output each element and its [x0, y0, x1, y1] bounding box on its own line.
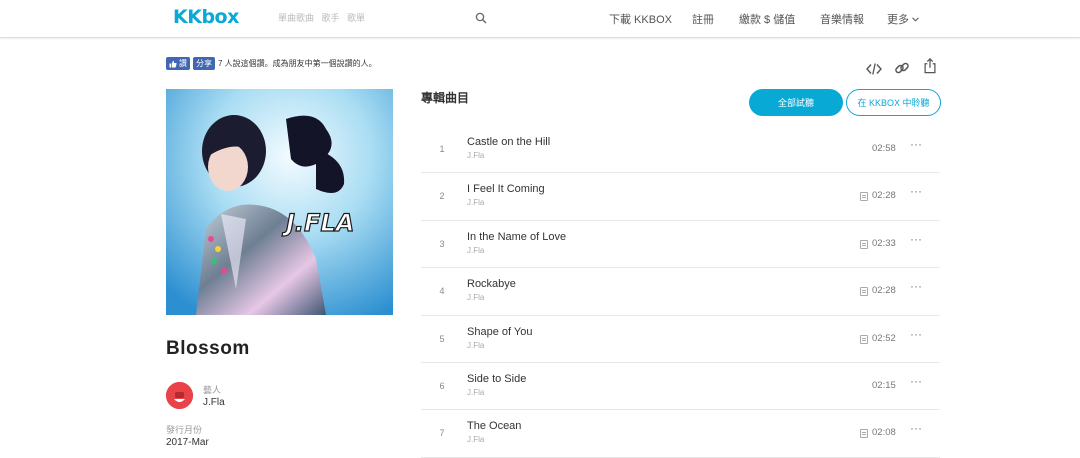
more-options-icon[interactable]: ··· [910, 232, 922, 246]
lyrics-icon[interactable] [860, 287, 868, 297]
release-date-label: 發行月份 [166, 425, 203, 435]
lyrics-icon[interactable] [860, 239, 868, 249]
facebook-like-bar: 讚 分享 7 人說這個讚。成為朋友中第一個說讚的人。 [166, 57, 377, 70]
track-title[interactable]: The Ocean [467, 420, 521, 432]
nav-payment[interactable]: 繳款 $ 儲值 [739, 11, 795, 27]
track-row[interactable]: 3 In the Name of Love J.Fla 02:33 ··· [421, 221, 940, 269]
track-duration: 02:33 [872, 237, 896, 249]
more-options-icon[interactable]: ··· [910, 137, 922, 151]
share-icon[interactable] [922, 58, 938, 74]
track-artist[interactable]: J.Fla [467, 151, 484, 160]
track-artist[interactable]: J.Fla [467, 293, 484, 302]
album-cover: J.FLA [166, 89, 393, 315]
track-title[interactable]: Castle on the Hill [467, 136, 550, 148]
more-options-icon[interactable]: ··· [910, 279, 922, 293]
artist-avatar[interactable] [166, 382, 193, 409]
link-icon[interactable] [894, 60, 910, 76]
track-row[interactable]: 1 Castle on the Hill J.Fla 02:58 ··· [421, 126, 940, 174]
like-label: 讚 [179, 59, 187, 68]
embed-code-icon[interactable] [866, 61, 882, 77]
facebook-like-button[interactable]: 讚 [166, 57, 190, 70]
track-title[interactable]: In the Name of Love [467, 231, 566, 243]
track-list: 1 Castle on the Hill J.Fla 02:58 ··· 2 I… [421, 126, 940, 458]
like-count-text: 7 人說這個讚。成為朋友中第一個說讚的人。 [218, 59, 377, 68]
more-options-icon[interactable]: ··· [910, 374, 922, 388]
track-artist[interactable]: J.Fla [467, 198, 484, 207]
track-duration: 02:52 [872, 332, 896, 344]
more-options-icon[interactable]: ··· [910, 327, 922, 341]
search-box[interactable] [272, 6, 492, 30]
track-duration: 02:08 [872, 427, 896, 439]
track-title[interactable]: Rockabye [467, 278, 516, 290]
release-date: 2017-Mar [166, 437, 209, 448]
facebook-share-button[interactable]: 分享 [193, 57, 215, 70]
track-number: 1 [439, 144, 445, 154]
lyrics-icon[interactable] [860, 334, 868, 344]
nav-register[interactable]: 註冊 [692, 11, 714, 27]
play-all-button[interactable]: 全部試聽 [749, 89, 843, 116]
search-icon[interactable] [475, 12, 487, 24]
track-duration: 02:28 [872, 190, 896, 202]
track-number: 3 [439, 238, 445, 249]
track-number: 5 [439, 333, 445, 344]
track-duration: 02:28 [872, 285, 896, 297]
chevron-down-icon [912, 16, 919, 22]
tracklist-title: 專輯曲目 [421, 91, 470, 105]
kkbox-logo[interactable]: KKbox [173, 6, 239, 28]
track-row[interactable]: 4 Rockabye J.Fla 02:28 ··· [421, 268, 940, 316]
track-row[interactable]: 2 I Feel It Coming J.Fla 02:28 ··· [421, 173, 940, 221]
track-number: 6 [439, 380, 445, 391]
track-artist[interactable]: J.Fla [467, 435, 484, 444]
nav-download[interactable]: 下載 KKBOX [609, 11, 672, 27]
nav-more-label: 更多 [887, 14, 909, 26]
track-row[interactable]: 6 Side to Side J.Fla 02:15 ··· [421, 363, 940, 411]
track-artist[interactable]: J.Fla [467, 388, 484, 397]
track-title[interactable]: Shape of You [467, 326, 532, 338]
artist-name-link[interactable]: J.Fla [203, 397, 225, 408]
artist-label: 藝人 [203, 385, 222, 395]
track-artist[interactable]: J.Fla [467, 246, 484, 255]
thumbs-up-icon [169, 60, 177, 67]
lyrics-icon[interactable] [860, 429, 868, 439]
nav-more[interactable]: 更多 [887, 11, 919, 27]
track-artist[interactable]: J.Fla [467, 341, 484, 350]
track-duration: 02:58 [872, 143, 896, 154]
cover-logo-text: J.FLA [282, 209, 354, 237]
listen-in-app-button[interactable]: 在 KKBOX 中聆聽 [846, 89, 941, 116]
track-row[interactable]: 5 Shape of You J.Fla 02:52 ··· [421, 316, 940, 363]
track-duration: 02:15 [872, 379, 896, 391]
track-number: 7 [439, 428, 445, 439]
more-options-icon[interactable]: ··· [910, 421, 922, 435]
more-options-icon[interactable]: ··· [910, 184, 922, 198]
search-input[interactable] [272, 6, 492, 30]
track-number: 4 [439, 286, 445, 297]
album-title: Blossom [166, 338, 250, 359]
track-row[interactable]: 7 The Ocean J.Fla 02:08 ··· [421, 410, 940, 458]
lyrics-icon[interactable] [860, 192, 868, 202]
track-number: 2 [439, 191, 445, 202]
track-title[interactable]: I Feel It Coming [467, 183, 545, 195]
nav-music-news[interactable]: 音樂情報 [820, 11, 864, 27]
track-title[interactable]: Side to Side [467, 373, 526, 385]
top-header: KKbox 下載 KKBOX 註冊 繳款 $ 儲值 音樂情報 更多 [0, 0, 1080, 38]
